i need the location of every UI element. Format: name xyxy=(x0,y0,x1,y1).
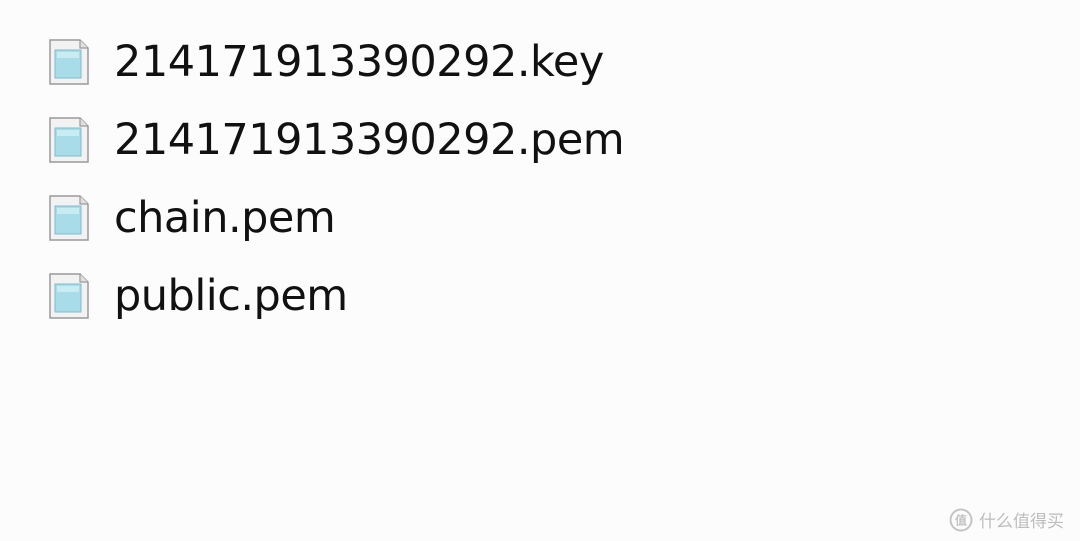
file-name: 214171913390292.key xyxy=(114,37,604,87)
file-item-public-pem[interactable]: public.pem xyxy=(46,270,624,322)
document-file-icon xyxy=(49,117,89,163)
file-list: 214171913390292.key 214171913390292.pem … xyxy=(46,36,625,348)
file-item-214171913390292-pem[interactable]: 214171913390292.pem xyxy=(46,114,625,166)
document-file-icon xyxy=(49,195,89,241)
document-file-icon xyxy=(49,39,89,85)
file-name: public.pem xyxy=(114,271,348,321)
file-item-chain-pem[interactable]: chain.pem xyxy=(46,192,624,244)
file-item-214171913390292-key[interactable]: 214171913390292.key xyxy=(46,36,624,88)
watermark: 值 什么值得买 xyxy=(949,507,1064,532)
watermark-text: 什么值得买 xyxy=(979,512,1064,532)
smzdm-logo-icon: 值 xyxy=(949,508,973,531)
svg-text:值: 值 xyxy=(955,512,967,527)
file-name: 214171913390292.pem xyxy=(114,115,625,165)
document-file-icon xyxy=(49,273,89,319)
file-name: chain.pem xyxy=(114,193,336,243)
